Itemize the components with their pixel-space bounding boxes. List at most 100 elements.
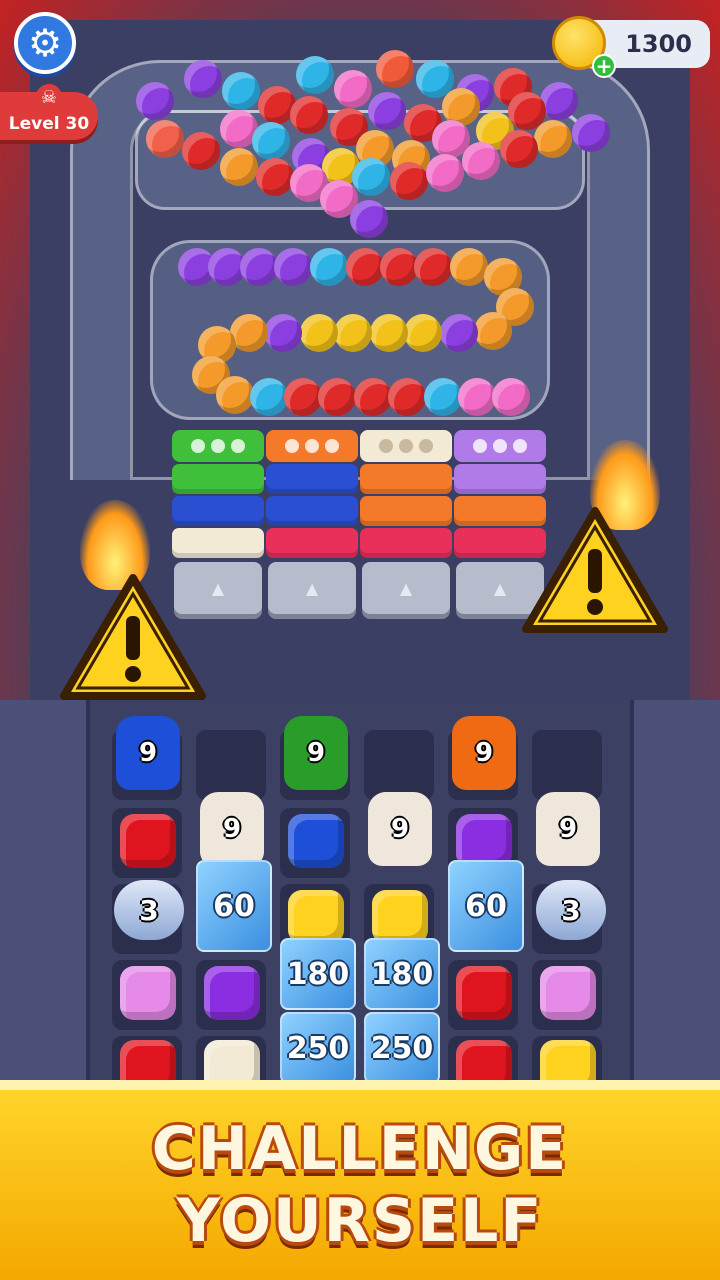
ball (368, 92, 406, 130)
ball (136, 82, 174, 120)
blue-jelly[interactable] (288, 814, 344, 868)
slot-layer (172, 464, 264, 494)
ball (458, 378, 496, 416)
grid-cell (196, 730, 266, 800)
ball (264, 314, 302, 352)
grid-cell (364, 730, 434, 800)
ball (346, 248, 384, 286)
ball (318, 378, 356, 416)
banner-line-2: YOURSELF (176, 1186, 544, 1256)
blue-pot[interactable]: 9 (116, 716, 180, 790)
ball (440, 314, 478, 352)
ice-block[interactable]: 180 (280, 938, 356, 1010)
ball (290, 96, 328, 134)
ball (450, 248, 488, 286)
ice-block[interactable]: 250 (280, 1012, 356, 1084)
slot-layer (454, 464, 546, 494)
slot-layer (172, 496, 264, 526)
banner-line-1: CHALLENGE (151, 1114, 569, 1184)
slot-layer (266, 528, 358, 558)
gear-icon: ⚙ (27, 21, 63, 65)
ball (424, 378, 462, 416)
warning-icon (58, 572, 208, 702)
skull-icon: ☠ (36, 84, 62, 110)
ball (492, 378, 530, 416)
ball (310, 248, 348, 286)
promo-banner: CHALLENGE YOURSELF (0, 1080, 720, 1280)
slot-layer (266, 464, 358, 494)
pink-jelly[interactable] (120, 966, 176, 1020)
settings-button[interactable]: ⚙ (14, 12, 76, 74)
ball (426, 154, 464, 192)
ball (350, 200, 388, 238)
ball (296, 56, 334, 94)
slot-layer (360, 496, 452, 526)
pink-jelly[interactable] (540, 966, 596, 1020)
ball (222, 72, 260, 110)
ball (390, 162, 428, 200)
ball (474, 312, 512, 350)
yellow-jelly[interactable] (372, 890, 428, 944)
ball (334, 70, 372, 108)
board-side-left (0, 700, 90, 1090)
ball (274, 248, 312, 286)
ball (572, 114, 610, 152)
coin-amount: 1300 (625, 30, 692, 58)
warning-icon (520, 505, 670, 635)
slot-layer (360, 464, 452, 494)
ball (216, 376, 254, 414)
slot-cap (172, 430, 264, 462)
slot-cap (360, 430, 452, 462)
ball (376, 50, 414, 88)
ball (352, 158, 390, 196)
level-label: Level 30 (8, 114, 90, 134)
ball (380, 248, 418, 286)
slot-layer (172, 528, 264, 558)
white-pot[interactable]: 9 (200, 792, 264, 866)
plus-icon: + (595, 54, 613, 78)
slot-layer (266, 496, 358, 526)
ball (240, 248, 278, 286)
slot-layer (360, 528, 452, 558)
ball (284, 378, 322, 416)
capsule-blocker[interactable]: 3 (536, 880, 606, 940)
ice-block[interactable]: 250 (364, 1012, 440, 1084)
purple-jelly[interactable] (204, 966, 260, 1020)
red-jelly[interactable] (456, 966, 512, 1020)
ball (256, 158, 294, 196)
white-pot[interactable]: 9 (536, 792, 600, 866)
board-side-right (630, 700, 720, 1090)
ball (534, 120, 572, 158)
ball (250, 378, 288, 416)
green-pot[interactable]: 9 (284, 716, 348, 790)
ball (146, 120, 184, 158)
orange-pot[interactable]: 9 (452, 716, 516, 790)
ball (500, 130, 538, 168)
up-arrow-button[interactable]: ▲ (362, 562, 450, 614)
sort-slot-orange[interactable]: ▲ (266, 430, 358, 614)
ball (300, 314, 338, 352)
ball (182, 132, 220, 170)
yellow-jelly[interactable] (288, 890, 344, 944)
ball (184, 60, 222, 98)
slot-cap (266, 430, 358, 462)
sort-slot-green[interactable]: ▲ (172, 430, 264, 614)
ice-block[interactable]: 180 (364, 938, 440, 1010)
capsule-blocker[interactable]: 3 (114, 880, 184, 940)
white-pot[interactable]: 9 (368, 792, 432, 866)
add-coins-button[interactable]: + (592, 54, 616, 78)
ball (462, 142, 500, 180)
puzzle-board (0, 700, 720, 1100)
ice-block[interactable]: 60 (196, 860, 272, 952)
ball (354, 378, 392, 416)
ball (370, 314, 408, 352)
slot-cap (454, 430, 546, 462)
ball (220, 148, 258, 186)
ice-block[interactable]: 60 (448, 860, 524, 952)
ball (404, 314, 442, 352)
sort-slot-white[interactable]: ▲ (360, 430, 452, 614)
ball (414, 248, 452, 286)
ball (252, 122, 290, 160)
up-arrow-button[interactable]: ▲ (268, 562, 356, 614)
red-jelly[interactable] (120, 814, 176, 868)
